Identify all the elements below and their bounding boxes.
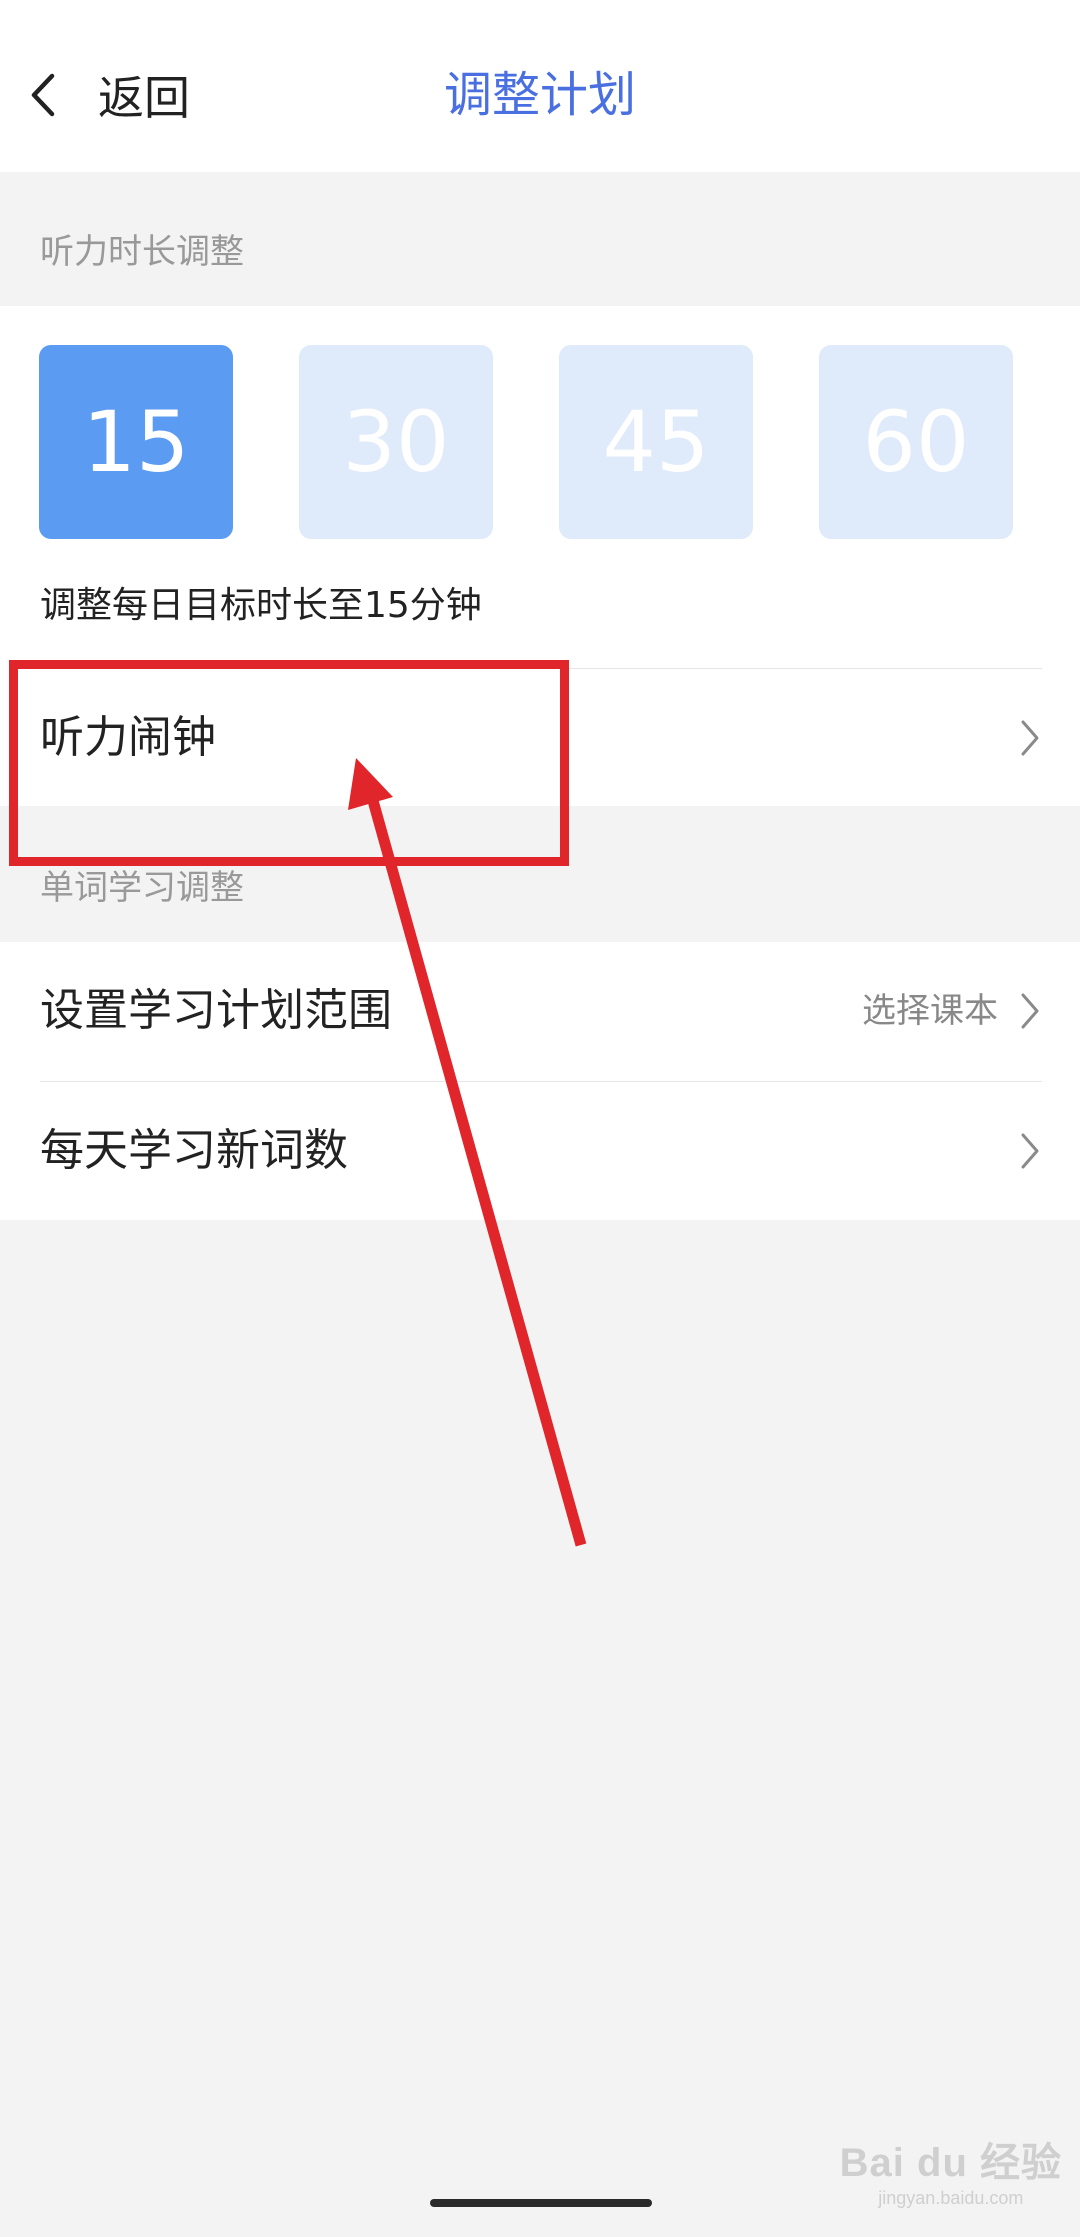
watermark-logo: Bai du 经验 jingyan.baidu.com (839, 2141, 1062, 2208)
listening-panel: 15 30 45 60 调整每日目标时长至15分钟 听力闹钟 (0, 306, 1080, 806)
daily-new-words-label: 每天学习新词数 (40, 1125, 348, 1176)
section-header-vocabulary: 单词学习调整 (40, 868, 244, 908)
duration-option-15[interactable]: 15 (39, 345, 233, 539)
duration-option-45[interactable]: 45 (559, 345, 753, 539)
home-indicator (430, 2199, 652, 2207)
listening-alarm-label: 听力闹钟 (40, 712, 216, 763)
plan-range-row[interactable]: 设置学习计划范围 选择课本 (0, 942, 1080, 1080)
chevron-right-icon (1020, 992, 1040, 1030)
plan-range-value: 选择课本 (862, 991, 998, 1031)
chevron-right-icon (1020, 1132, 1040, 1170)
daily-new-words-row[interactable]: 每天学习新词数 (0, 1082, 1080, 1220)
duration-description: 调整每日目标时长至15分钟 (40, 585, 482, 626)
vocabulary-panel: 设置学习计划范围 选择课本 每天学习新词数 (0, 942, 1080, 1220)
plan-range-label: 设置学习计划范围 (40, 985, 392, 1036)
section-header-listening: 听力时长调整 (40, 232, 244, 272)
chevron-right-icon (1020, 719, 1040, 757)
duration-option-60[interactable]: 60 (819, 345, 1013, 539)
listening-alarm-row[interactable]: 听力闹钟 (0, 669, 1080, 807)
duration-option-30[interactable]: 30 (299, 345, 493, 539)
page-title: 调整计划 (443, 67, 636, 123)
nav-bar: 返回 调整计划 (0, 0, 1080, 172)
